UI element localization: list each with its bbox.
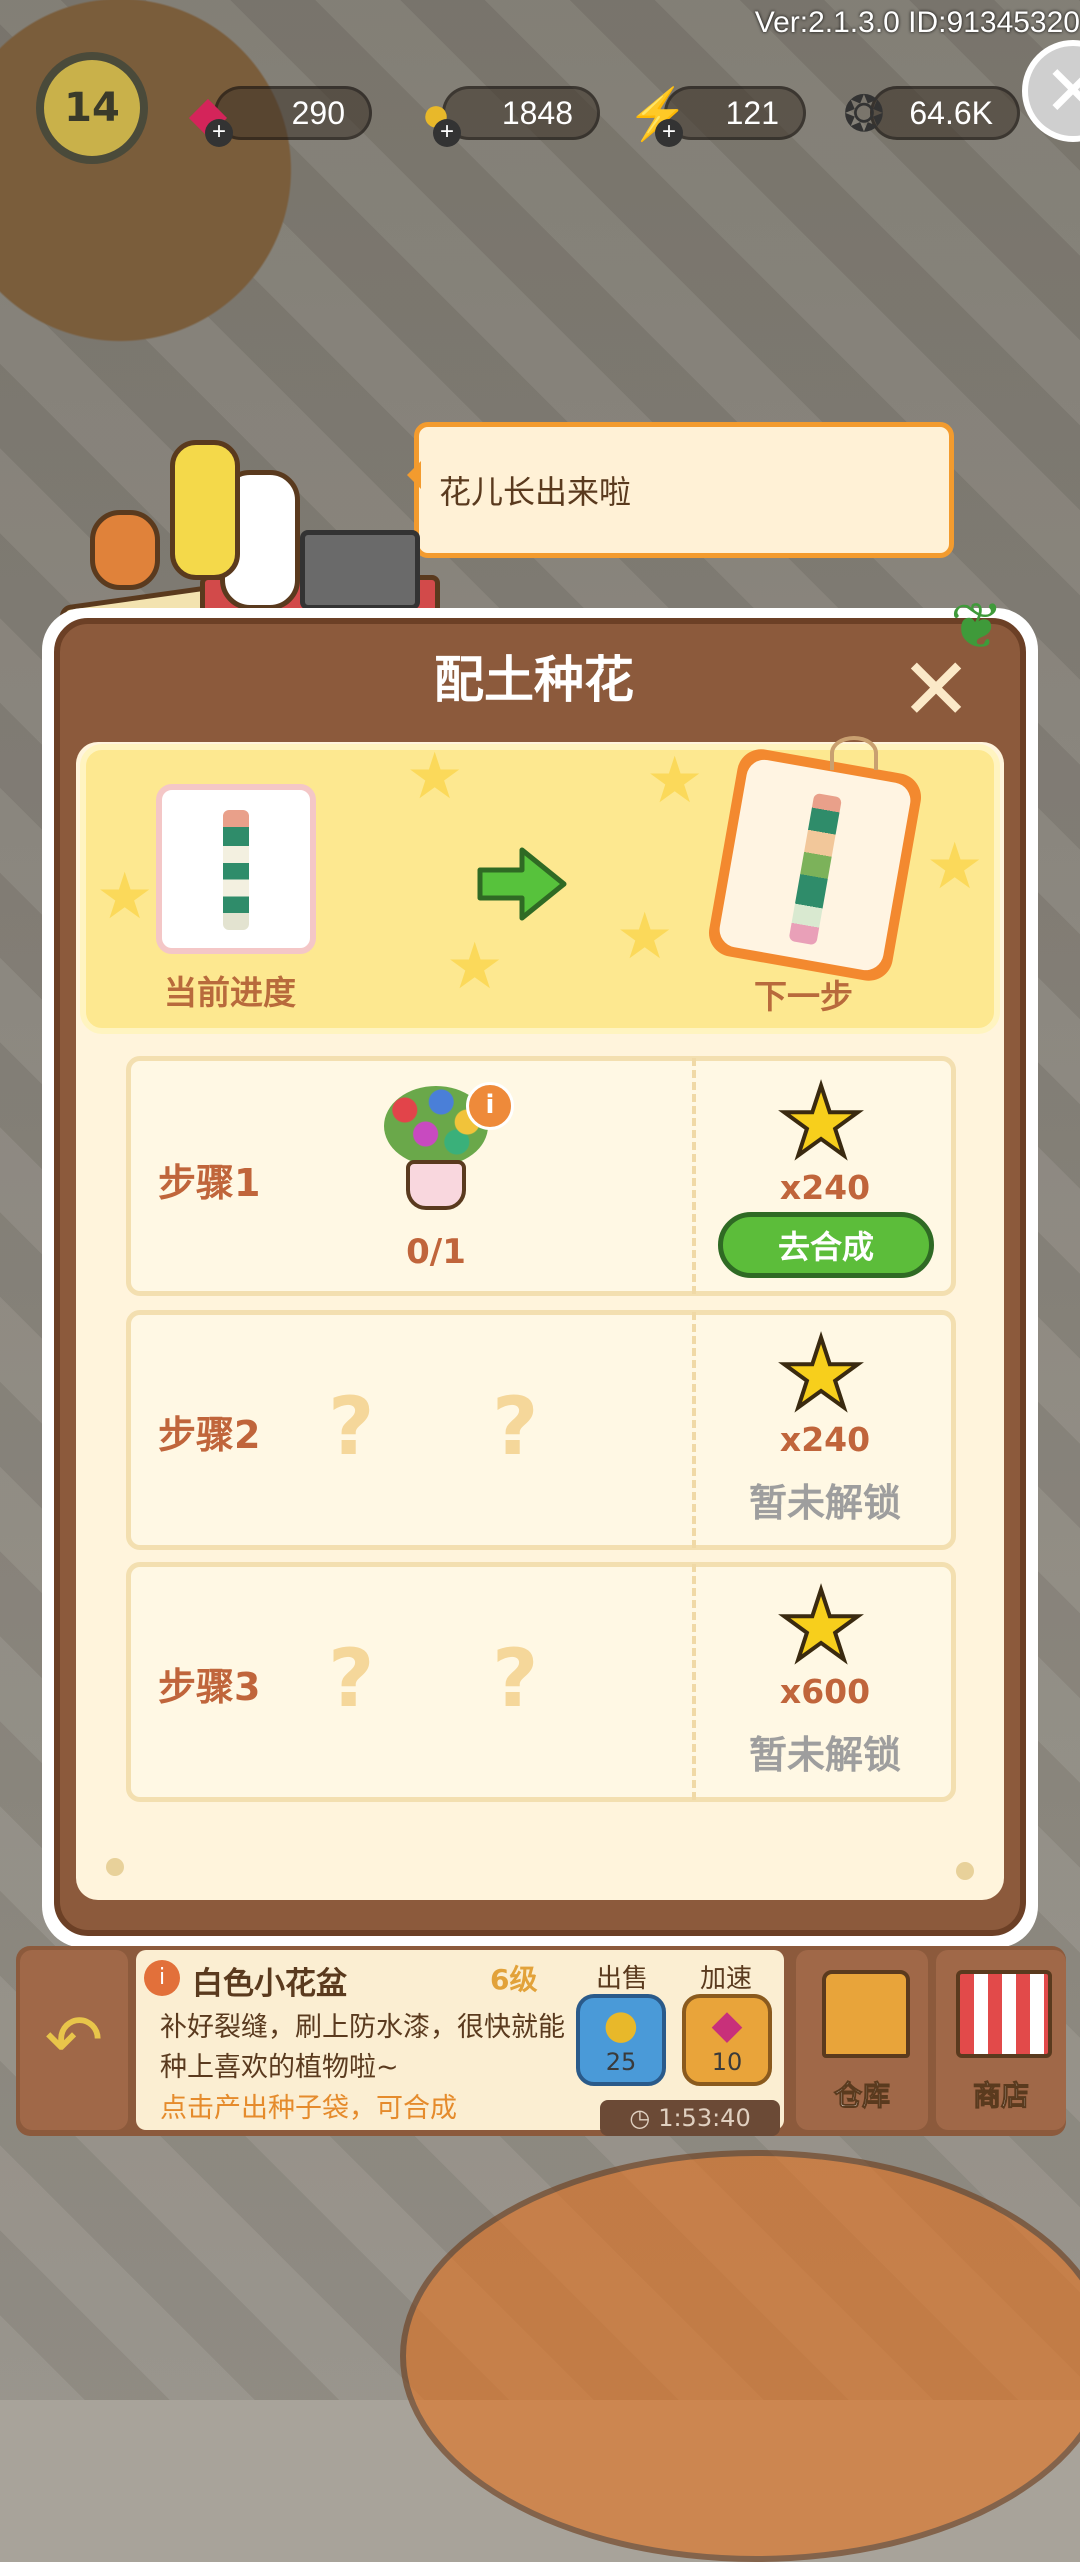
tag-string xyxy=(830,736,878,770)
seed-counter[interactable]: ❂ 64.6K xyxy=(843,86,1020,142)
gem-value: 290 xyxy=(291,94,345,131)
timer-value: 1:53:40 xyxy=(658,2104,751,2132)
warehouse-label: 仓库 xyxy=(833,2079,890,2113)
star-decoration: ★ xyxy=(406,740,464,814)
gem-icon: ◆ xyxy=(711,2002,743,2048)
star-icon: ★ xyxy=(776,1066,866,1178)
locked-status: 暂未解锁 xyxy=(748,1481,901,1525)
unknown-item-icon: ? xyxy=(492,1632,539,1725)
item-level: 6级 xyxy=(490,1963,538,1996)
coin-counter[interactable]: ● + 1848 xyxy=(421,86,600,147)
speed-value: 10 xyxy=(711,2048,743,2076)
item-description: 补好裂缝，刷上防水漆，很快就能种上喜欢的植物啦~ xyxy=(160,2012,565,2083)
gem-counter[interactable]: ◆ + 290 xyxy=(189,86,372,147)
add-icon[interactable]: + xyxy=(655,119,683,147)
star-decoration: ★ xyxy=(646,744,704,818)
orange-decoration xyxy=(400,2150,1080,2562)
flower-tower-icon xyxy=(223,810,249,930)
step-divider xyxy=(692,1312,696,1548)
step-label: 步骤2 xyxy=(158,1413,261,1457)
flower-tower-icon xyxy=(788,792,843,946)
star-icon: ★ xyxy=(776,1318,866,1430)
coin-icon: ● xyxy=(603,2002,639,2048)
player-level-badge[interactable]: 14 xyxy=(36,52,148,164)
step-progress: 0/1 xyxy=(406,1232,466,1272)
info-icon[interactable]: i xyxy=(466,1082,514,1130)
speed-up-button[interactable]: ◆ 10 xyxy=(682,1994,772,2086)
energy-value: 121 xyxy=(725,94,779,131)
star-icon: ★ xyxy=(776,1570,866,1682)
coin-value: 1848 xyxy=(501,94,573,131)
timer: ◷ 1:53:40 xyxy=(600,2100,780,2136)
shop-icon xyxy=(956,1970,1052,2058)
sell-label: 出售 xyxy=(596,1964,649,1994)
step-label: 步骤3 xyxy=(158,1665,261,1709)
star-decoration: ★ xyxy=(926,830,984,904)
clock-icon: ◷ xyxy=(629,2104,651,2132)
step-label: 步骤1 xyxy=(158,1161,261,1205)
step-reward: x240 xyxy=(779,1420,871,1459)
arrow-right-icon xyxy=(477,847,567,921)
corner-dot xyxy=(956,1862,974,1880)
step-divider xyxy=(692,1058,696,1294)
warehouse-tile[interactable]: 仓库 xyxy=(796,1950,928,2130)
add-icon[interactable]: + xyxy=(433,119,461,147)
unknown-item-icon: ? xyxy=(328,1380,375,1473)
next-step-tag[interactable] xyxy=(705,745,925,985)
next-step-label: 下一步 xyxy=(754,977,853,1016)
current-progress-label: 当前进度 xyxy=(164,973,296,1012)
current-item-slot[interactable] xyxy=(156,784,316,954)
speech-bubble: 花儿长出来啦 xyxy=(407,422,954,558)
star-decoration: ★ xyxy=(616,900,674,974)
step-reward: x240 xyxy=(779,1168,871,1207)
item-title: 白色小花盆 xyxy=(192,1966,347,2002)
seed-icon: ❂ xyxy=(843,86,885,142)
seed-value: 64.6K xyxy=(909,94,993,131)
add-icon[interactable]: + xyxy=(205,119,233,147)
unknown-item-icon: ? xyxy=(328,1632,375,1725)
go-synthesize-button[interactable]: 去合成 xyxy=(718,1212,934,1278)
energy-counter[interactable]: ⚡ + 121 xyxy=(627,86,806,147)
close-icon[interactable]: ✕ xyxy=(896,647,976,733)
corner-dot xyxy=(106,1858,124,1876)
sell-button[interactable]: ● 25 xyxy=(576,1994,666,2086)
warehouse-icon xyxy=(822,1970,910,2058)
star-decoration: ★ xyxy=(96,860,154,934)
locked-status: 暂未解锁 xyxy=(748,1733,901,1777)
step-reward: x600 xyxy=(779,1672,871,1711)
bubble-text: 花儿长出来啦 xyxy=(439,473,632,511)
item-hint: 点击产出种子袋，可合成 xyxy=(160,2093,457,2124)
info-icon[interactable]: i xyxy=(144,1960,180,1996)
star-decoration: ★ xyxy=(446,930,504,1004)
version-label: Ver:2.1.3.0 ID:91345320 xyxy=(754,6,1080,39)
step-divider xyxy=(692,1564,696,1800)
back-arrow-icon[interactable]: ↶ xyxy=(20,1950,128,2130)
sell-value: 25 xyxy=(605,2048,637,2076)
unknown-item-icon: ? xyxy=(492,1380,539,1473)
shop-tile[interactable]: 商店 xyxy=(936,1950,1066,2130)
speed-label: 加速 xyxy=(700,1964,753,1994)
dialog-title: 配土种花 xyxy=(434,651,634,709)
shop-label: 商店 xyxy=(972,2079,1029,2113)
